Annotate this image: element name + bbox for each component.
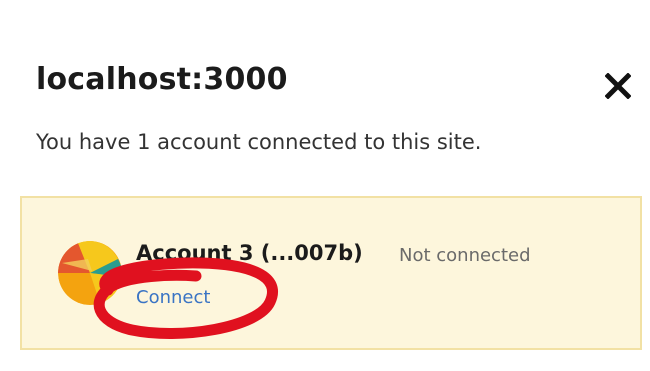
close-button[interactable] (600, 68, 636, 104)
connected-sites-dialog: localhost:3000 You have 1 account connec… (0, 0, 650, 371)
avatar (58, 241, 122, 305)
connect-button[interactable]: Connect (136, 287, 210, 308)
account-name: Account 3 (...007b) (136, 241, 363, 265)
close-icon (605, 73, 631, 99)
account-card: Account 3 (...007b) Not connected Connec… (20, 196, 642, 350)
avatar-identicon-icon (58, 241, 122, 305)
connection-summary: You have 1 account connected to this sit… (36, 130, 482, 154)
connection-status: Not connected (399, 245, 531, 266)
page-title: localhost:3000 (36, 62, 288, 97)
